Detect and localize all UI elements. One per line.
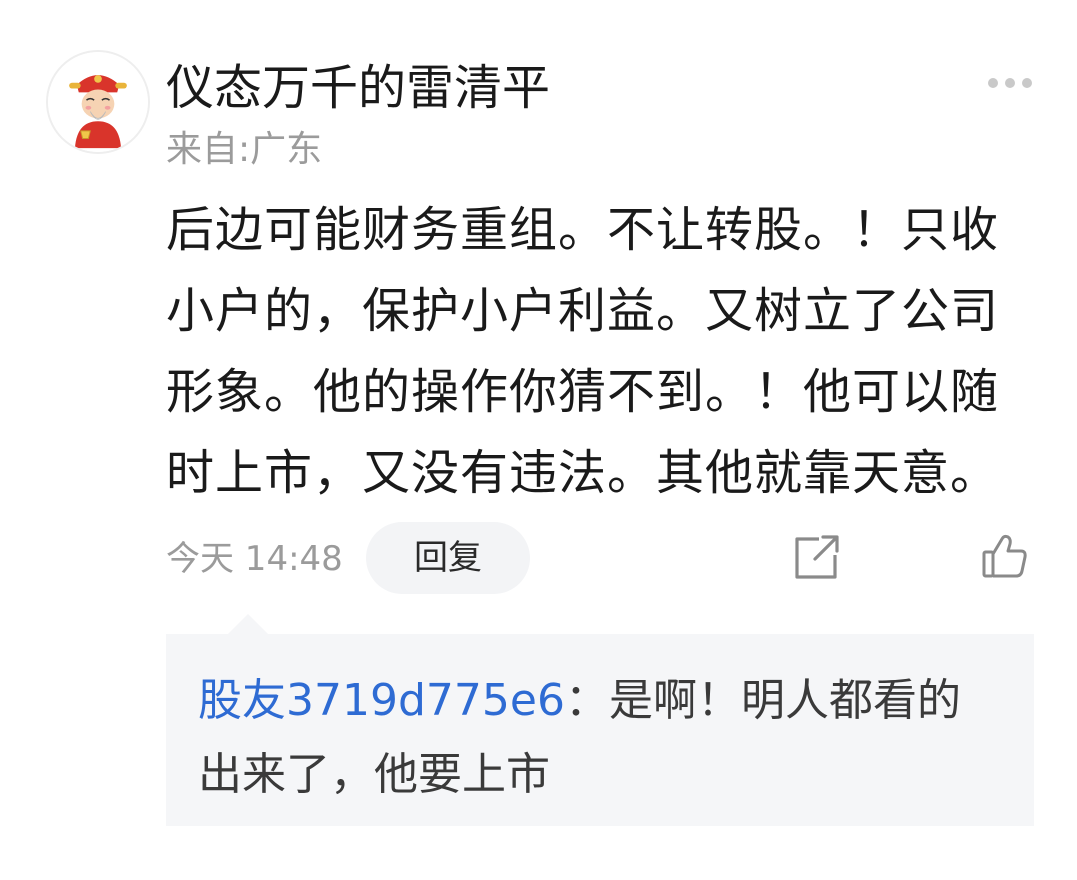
reply-pointer — [228, 614, 268, 634]
post-location: 来自:广东 — [166, 129, 323, 170]
reply-preview[interactable]: 股友3719d775e6：是啊！明人都看的出来了，他要上市 — [166, 634, 1034, 826]
post-content: 后边可能财务重组。不让转股。！只收 小户的，保护小户利益。又树立了公司 形象。他… — [166, 202, 1000, 501]
reply-text-line: 股友3719d775e6：是啊！明人都看的出来了，他要上市 — [198, 664, 1002, 812]
more-icon[interactable] — [986, 72, 1034, 92]
avatar[interactable] — [46, 50, 150, 154]
post-time: 今天 14:48 — [166, 539, 343, 579]
thumbs-up-icon[interactable] — [980, 531, 1030, 581]
avatar-caishen-icon — [48, 52, 148, 152]
reply-user-link[interactable]: 股友3719d775e6 — [198, 675, 565, 726]
post-author-name[interactable]: 仪态万千的雷清平 — [166, 56, 550, 120]
share-icon[interactable] — [793, 533, 841, 581]
reply-button[interactable]: 回复 — [366, 522, 530, 594]
